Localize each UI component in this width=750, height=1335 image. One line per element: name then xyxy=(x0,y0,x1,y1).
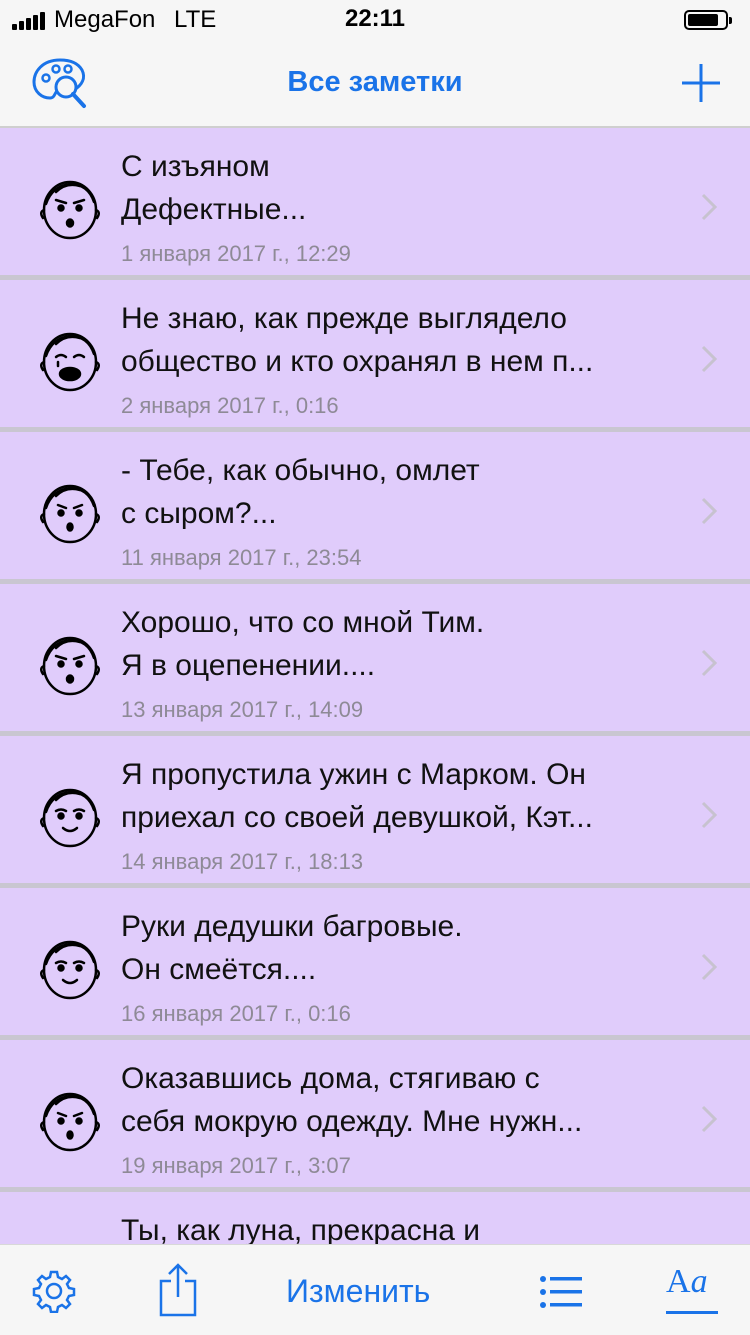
note-row[interactable]: Хорошо, что со мной Тим. Я в оцепенении.… xyxy=(0,584,750,736)
mood-face-icon xyxy=(36,170,104,242)
settings-button[interactable] xyxy=(32,1269,76,1314)
note-title: С изъяном Дефектные... xyxy=(121,150,307,226)
mood-face-icon xyxy=(36,778,104,850)
note-date: 16 января 2017 г., 0:16 xyxy=(121,1001,351,1026)
chevron-right-icon xyxy=(700,952,718,982)
add-note-button[interactable] xyxy=(680,62,722,104)
chevron-right-icon xyxy=(700,344,718,374)
chevron-right-icon xyxy=(700,192,718,222)
note-date: 1 января 2017 г., 12:29 xyxy=(121,241,351,266)
battery-icon xyxy=(684,10,732,30)
note-title: Я пропустила ужин с Марком. Он приехал с… xyxy=(121,758,593,834)
chevron-right-icon xyxy=(700,1104,718,1134)
status-bar: MegaFon LTE 22:11 xyxy=(0,0,750,40)
font-icon: Aa xyxy=(666,1263,708,1300)
note-row[interactable]: Руки дедушки багровые. Он смеётся.... 16 … xyxy=(0,888,750,1040)
chevron-right-icon xyxy=(700,800,718,830)
page-title: Все заметки xyxy=(287,66,463,98)
mood-face-icon xyxy=(36,1234,104,1244)
note-date: 2 января 2017 г., 0:16 xyxy=(121,393,339,418)
edit-button[interactable]: Изменить xyxy=(286,1273,430,1310)
note-date: 13 января 2017 г., 14:09 xyxy=(121,697,364,722)
mood-face-icon xyxy=(36,474,104,546)
share-icon xyxy=(159,1263,197,1317)
list-icon xyxy=(540,1276,582,1308)
mood-face-icon xyxy=(36,322,104,394)
note-row[interactable]: Ты, как луна, прекрасна и xyxy=(0,1192,750,1244)
note-row[interactable]: Я пропустила ужин с Марком. Он приехал с… xyxy=(0,736,750,888)
note-date: 11 января 2017 г., 23:54 xyxy=(121,545,362,570)
mood-face-icon xyxy=(36,1082,104,1154)
note-title: Не знаю, как прежде выглядело общество и… xyxy=(121,302,594,378)
note-date: 19 января 2017 г., 3:07 xyxy=(121,1153,351,1178)
note-date: 14 января 2017 г., 18:13 xyxy=(121,849,364,874)
font-settings-button[interactable]: Aa xyxy=(666,1261,718,1319)
bottom-toolbar: Изменить Aa xyxy=(0,1244,750,1335)
share-button[interactable] xyxy=(158,1263,198,1317)
note-title: Руки дедушки багровые. Он смеётся.... xyxy=(121,910,463,986)
note-title: Хорошо, что со мной Тим. Я в оцепенении.… xyxy=(121,606,485,682)
note-row[interactable]: Не знаю, как прежде выглядело общество и… xyxy=(0,280,750,432)
chevron-right-icon xyxy=(700,648,718,678)
font-icon-underline xyxy=(666,1311,718,1314)
chevron-right-icon xyxy=(700,496,718,526)
gear-icon xyxy=(32,1270,76,1314)
note-title: - Тебе, как обычно, омлет с сыром?... xyxy=(121,454,480,530)
note-row[interactable]: С изъяном Дефектные... 1 января 2017 г., … xyxy=(0,128,750,280)
note-title: Оказавшись дома, стягиваю с себя мокрую … xyxy=(121,1062,583,1138)
note-row[interactable]: - Тебе, как обычно, омлет с сыром?... 11 … xyxy=(0,432,750,584)
status-time: 22:11 xyxy=(344,5,406,32)
mood-face-icon xyxy=(36,930,104,1002)
notes-list[interactable]: С изъяном Дефектные... 1 января 2017 г., … xyxy=(0,128,750,1244)
list-view-button[interactable] xyxy=(540,1275,582,1309)
plus-icon xyxy=(682,64,720,102)
note-row[interactable]: Оказавшись дома, стягиваю с себя мокрую … xyxy=(0,1040,750,1192)
note-title: Ты, как луна, прекрасна и xyxy=(121,1214,481,1244)
navigation-bar: Все заметки xyxy=(0,40,750,128)
mood-face-icon xyxy=(36,626,104,698)
